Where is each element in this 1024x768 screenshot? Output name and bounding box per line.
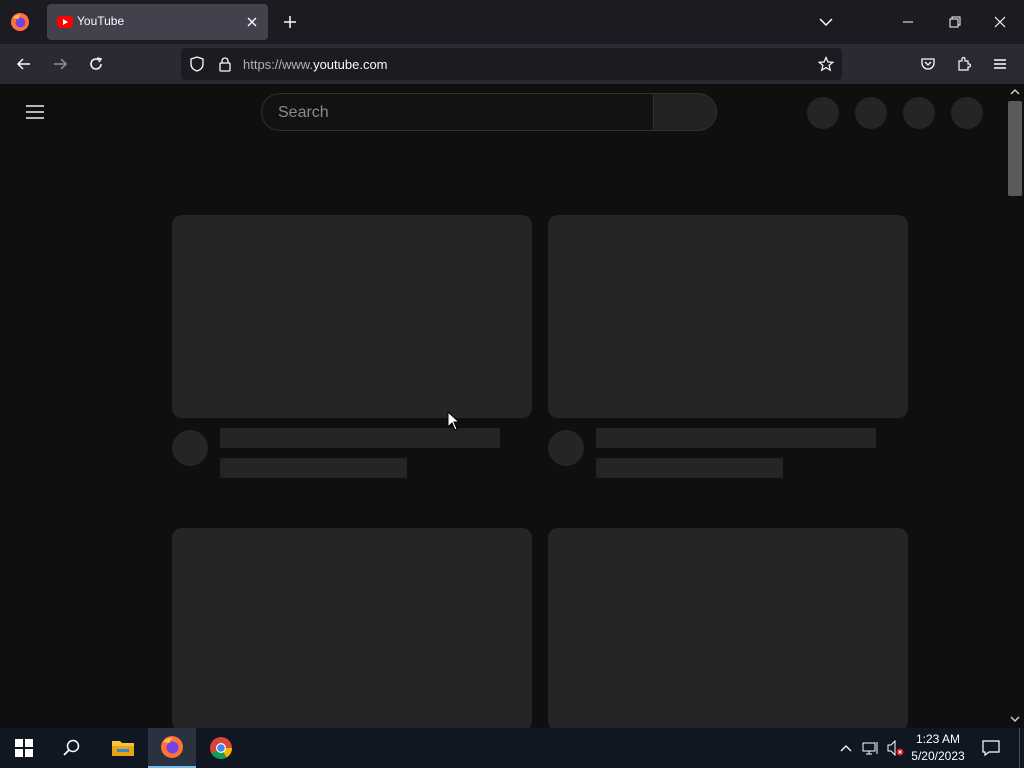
hamburger-menu-icon[interactable] [986, 50, 1014, 78]
bookmark-star-icon[interactable] [818, 56, 834, 72]
video-thumbnail-placeholder [172, 528, 532, 728]
video-meta-placeholder [220, 458, 407, 478]
video-thumbnail-placeholder [548, 528, 908, 728]
channel-avatar-placeholder [172, 430, 208, 466]
extensions-puzzle-icon[interactable] [950, 50, 978, 78]
close-tab-icon[interactable] [244, 14, 260, 30]
channel-avatar-placeholder [548, 430, 584, 466]
network-icon[interactable] [862, 740, 880, 756]
list-all-tabs-chevron-icon[interactable] [816, 12, 836, 32]
page-scrollbar[interactable] [1006, 84, 1024, 728]
clock-time: 1:23 AM [915, 732, 961, 746]
chrome-icon[interactable] [197, 728, 245, 768]
lock-icon[interactable] [217, 56, 233, 72]
header-placeholder-circle [903, 97, 935, 129]
url-text: https://www.youtube.com [243, 57, 388, 72]
restore-window-icon[interactable] [942, 12, 966, 32]
search-input[interactable]: Search [261, 93, 653, 131]
scroll-down-arrow-icon[interactable] [1010, 715, 1020, 723]
show-desktop-button[interactable] [1019, 728, 1024, 768]
scroll-up-arrow-icon[interactable] [1010, 88, 1020, 96]
tracking-protection-shield-icon[interactable] [189, 56, 205, 72]
windows-taskbar: 1:23 AM 5/20/2023 [0, 728, 1024, 768]
minimize-window-icon[interactable] [896, 12, 920, 32]
scroll-thumb[interactable] [1008, 101, 1022, 196]
forward-arrow-icon[interactable] [46, 50, 74, 78]
file-explorer-icon[interactable] [99, 728, 147, 768]
address-bar[interactable]: https://www.youtube.com [181, 48, 842, 80]
search-placeholder: Search [278, 104, 329, 121]
new-tab-plus-icon[interactable] [280, 12, 300, 32]
video-title-placeholder [220, 428, 500, 448]
firefox-icon[interactable] [10, 12, 30, 32]
header-placeholder-circle [807, 97, 839, 129]
search-button[interactable] [653, 93, 717, 131]
header-placeholder-circle [855, 97, 887, 129]
video-title-placeholder [596, 428, 876, 448]
windows-start-icon[interactable] [0, 728, 48, 768]
browser-tab-bar: YouTube [0, 0, 1024, 44]
search-icon[interactable] [48, 728, 96, 768]
browser-navigation-bar: https://www.youtube.com [0, 44, 1024, 84]
firefox-taskbar-icon[interactable] [148, 728, 196, 768]
video-meta-placeholder [596, 458, 783, 478]
video-thumbnail-placeholder [172, 215, 532, 418]
pocket-icon[interactable] [914, 50, 942, 78]
clock-date: 5/20/2023 [911, 749, 965, 763]
youtube-page: Search [0, 84, 1006, 728]
action-center-notification-icon[interactable] [982, 739, 1000, 757]
close-window-icon[interactable] [988, 12, 1012, 32]
volume-muted-icon[interactable] [886, 740, 904, 756]
video-thumbnail-placeholder [548, 215, 908, 418]
guide-menu-icon[interactable] [24, 102, 48, 122]
url-domain: youtube.com [313, 57, 388, 72]
reload-icon[interactable] [82, 50, 110, 78]
back-arrow-icon[interactable] [10, 50, 38, 78]
mouse-cursor-icon [447, 411, 461, 431]
system-clock[interactable]: 1:23 AM 5/20/2023 [906, 731, 970, 765]
url-prefix: https://www. [243, 57, 314, 72]
youtube-favicon-icon [57, 15, 73, 29]
header-placeholder-circle [951, 97, 983, 129]
tab-youtube[interactable]: YouTube [47, 4, 268, 40]
show-hidden-icons-chevron-icon[interactable] [838, 740, 854, 756]
tab-title: YouTube [77, 14, 125, 28]
